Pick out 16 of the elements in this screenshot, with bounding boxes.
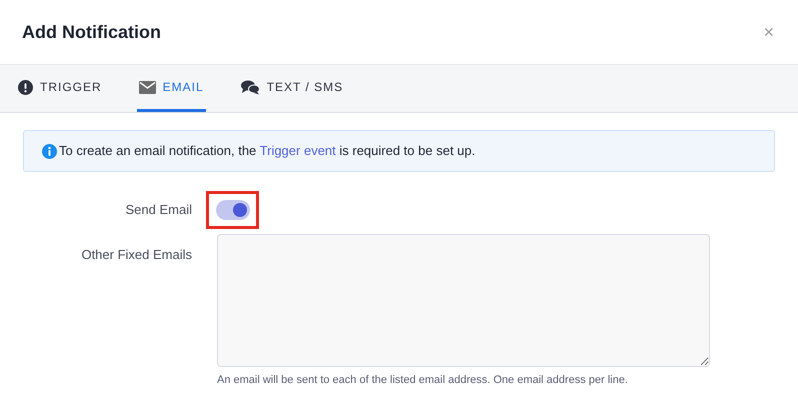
trigger-event-link[interactable]: Trigger event	[260, 143, 336, 158]
tab[interactable]: TRIGGER	[16, 65, 104, 112]
send-email-toggle[interactable]	[216, 200, 250, 220]
tab[interactable]: TEXT / SMS	[238, 65, 346, 112]
field-label: Other Fixed Emails	[80, 246, 192, 264]
dialog-title: Add Notification	[22, 20, 161, 44]
help-text: An email will be sent to each of the listed email address. One email address per line.	[217, 373, 629, 388]
tab[interactable]: EMAIL	[136, 65, 206, 112]
chat-bubbles-icon	[240, 80, 260, 94]
field-label: Send Email	[124, 201, 192, 220]
envelope-icon	[138, 80, 156, 94]
close-button[interactable]: ×	[763, 18, 774, 46]
info-message: To create an email notification, the Trigger event is required to be set up.	[59, 142, 476, 160]
info-icon	[42, 144, 57, 158]
fixed-emails-field[interactable]	[217, 234, 710, 367]
exclamation-icon	[18, 80, 33, 94]
